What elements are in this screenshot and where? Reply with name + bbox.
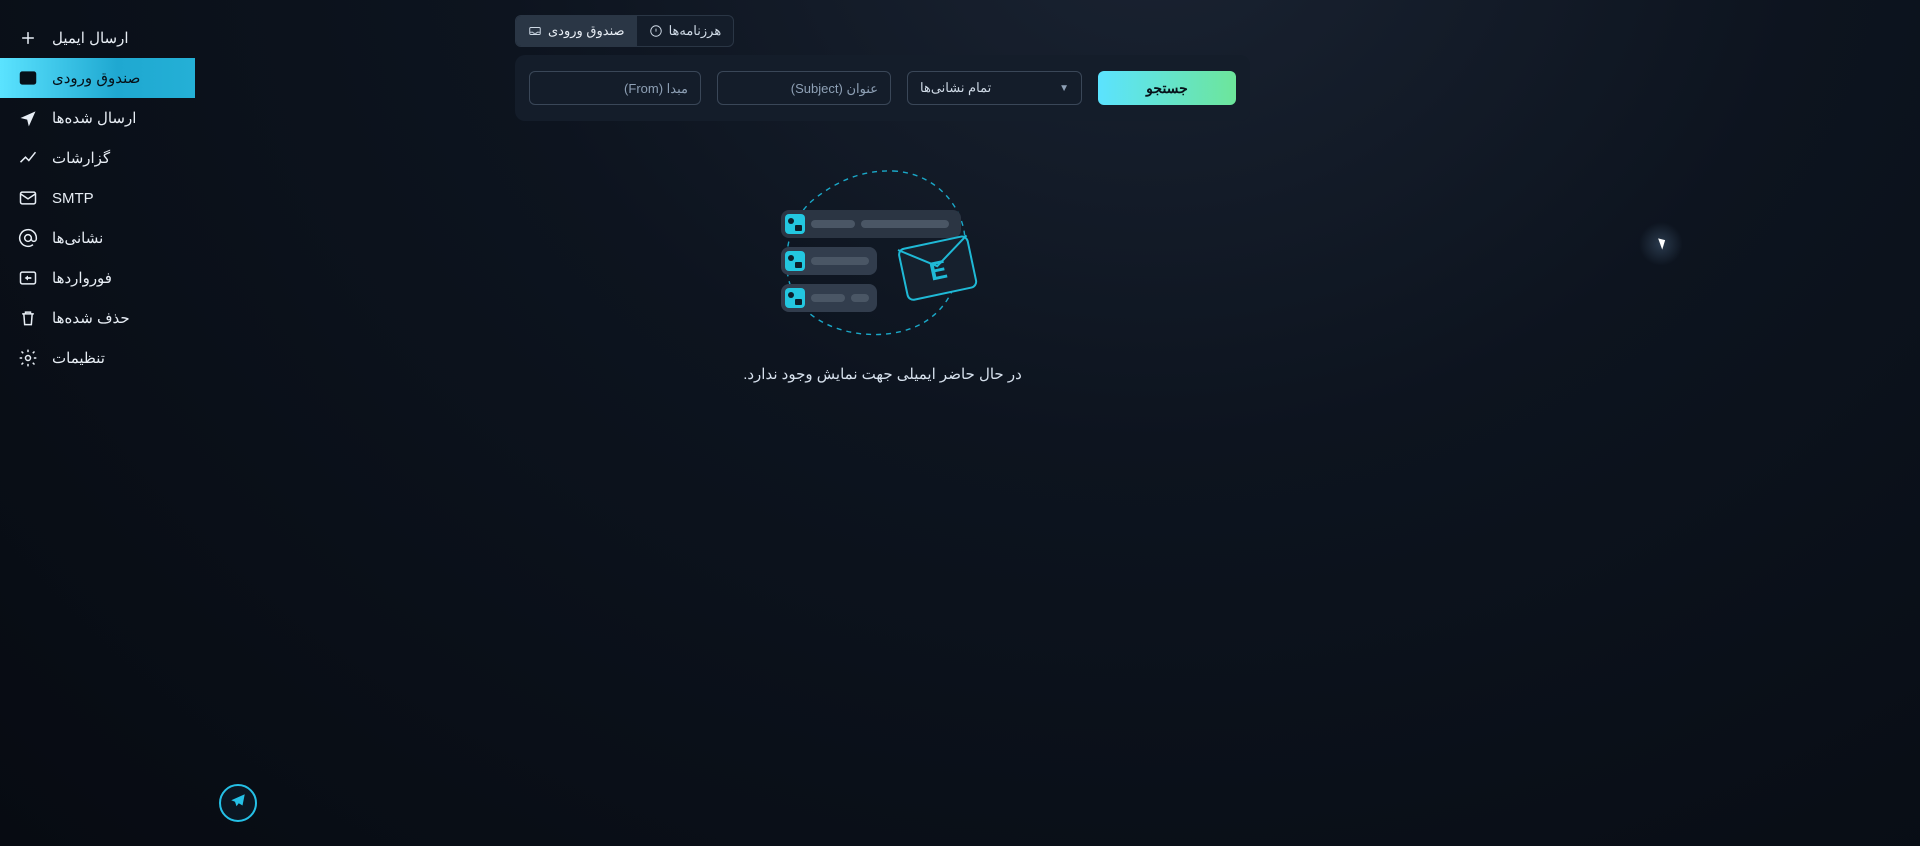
at-icon	[18, 228, 38, 248]
mail-icon	[18, 188, 38, 208]
sidebar-item-label: ارسال شده‌ها	[52, 109, 136, 127]
inbox-small-icon	[528, 24, 542, 38]
cursor-indicator	[1639, 222, 1683, 266]
sidebar-item-label: نشانی‌ها	[52, 229, 103, 247]
forward-icon	[18, 268, 38, 288]
sidebar-item-settings[interactable]: تنظیمات	[0, 338, 195, 378]
main-content: صندوق ورودی هرزنامه‌ها تمام نشانی‌ها ▼ ج…	[195, 0, 1920, 846]
empty-illustration: E	[753, 165, 1013, 345]
sidebar-item-trash[interactable]: حذف شده‌ها	[0, 298, 195, 338]
search-bar: تمام نشانی‌ها ▼ جستجو	[515, 55, 1250, 121]
tab-bar: صندوق ورودی هرزنامه‌ها	[515, 15, 734, 47]
tab-label: هرزنامه‌ها	[669, 23, 722, 39]
empty-message: در حال حاضر ایمیلی جهت نمایش وجود ندارد.	[743, 365, 1022, 383]
sidebar-item-label: تنظیمات	[52, 349, 105, 367]
from-input[interactable]	[529, 71, 701, 105]
send-icon	[18, 108, 38, 128]
inbox-icon	[18, 68, 38, 88]
analytics-icon	[18, 148, 38, 168]
trash-icon	[18, 308, 38, 328]
telegram-fab[interactable]	[219, 784, 257, 822]
sidebar-item-inbox[interactable]: صندوق ورودی	[0, 58, 195, 98]
addresses-dropdown[interactable]: تمام نشانی‌ها ▼	[907, 71, 1082, 105]
search-button[interactable]: جستجو	[1098, 71, 1236, 105]
sidebar-item-label: SMTP	[52, 190, 94, 207]
tab-inbox[interactable]: صندوق ورودی	[516, 16, 637, 46]
sidebar-item-label: فورواردها	[52, 269, 112, 287]
sidebar-item-addresses[interactable]: نشانی‌ها	[0, 218, 195, 258]
plus-icon	[18, 28, 38, 48]
dropdown-label: تمام نشانی‌ها	[920, 80, 991, 96]
tab-label: صندوق ورودی	[548, 23, 625, 39]
empty-state: E در حال حاضر ایمیلی جهت نمایش وجود ندار…	[515, 165, 1250, 383]
gear-icon	[18, 348, 38, 368]
sidebar-item-label: ارسال ایمیل	[52, 29, 129, 47]
subject-input[interactable]	[717, 71, 891, 105]
sidebar-item-label: حذف شده‌ها	[52, 309, 130, 327]
sidebar-item-reports[interactable]: گزارشات	[0, 138, 195, 178]
sidebar-item-compose[interactable]: ارسال ایمیل	[0, 18, 195, 58]
info-icon	[649, 24, 663, 38]
sidebar-item-label: صندوق ورودی	[52, 69, 140, 87]
sidebar-item-forwards[interactable]: فورواردها	[0, 258, 195, 298]
telegram-icon	[229, 792, 247, 815]
chevron-down-icon: ▼	[1059, 83, 1069, 94]
tab-spam[interactable]: هرزنامه‌ها	[637, 16, 734, 46]
sidebar: ارسال ایمیل صندوق ورودی ارسال شده‌ها گزا…	[0, 0, 195, 846]
sidebar-item-sent[interactable]: ارسال شده‌ها	[0, 98, 195, 138]
sidebar-item-label: گزارشات	[52, 149, 110, 167]
sidebar-item-smtp[interactable]: SMTP	[0, 178, 195, 218]
